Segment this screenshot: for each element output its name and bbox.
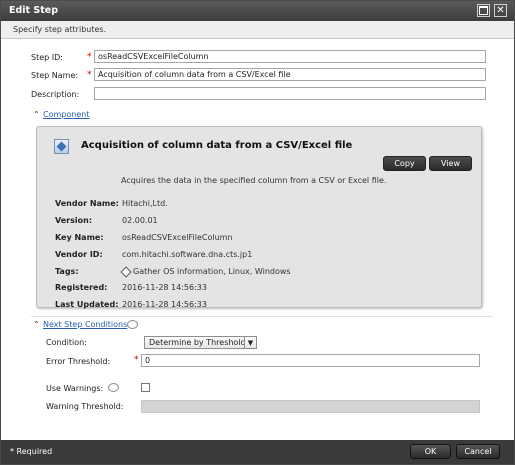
vendor-id-label: Vendor ID: [55,250,103,259]
vendor-name-label: Vendor Name: [55,199,119,208]
key-name-label: Key Name: [55,233,104,242]
last-updated-label: Last Updated: [55,300,119,309]
close-icon[interactable]: ✕ [494,4,507,17]
key-name-value: osReadCSVExcelFileColumn [122,233,233,242]
error-threshold-label: Error Threshold: [46,357,111,366]
next-step-section-toggle[interactable]: Next Step Conditions [43,320,127,329]
subtitle-bar: Specify step attributes. [1,21,514,39]
tags-value: Gather OS information, Linux, Windows [133,267,291,276]
double-chevron-up-icon[interactable]: ⌃ [33,111,41,119]
cancel-button[interactable]: Cancel [456,444,500,459]
copy-button[interactable]: Copy [383,156,426,171]
dialog-title: Edit Step [9,5,59,16]
speech-bubble-info-icon[interactable] [127,320,138,329]
dialog-footer: * Required OK Cancel [1,440,514,464]
speech-bubble-info-icon[interactable] [108,383,119,392]
component-section-toggle[interactable]: Component [43,110,89,119]
vendor-id-value: com.hitachi.software.dna.cts.jp1 [122,250,253,259]
required-mark: * [87,70,92,80]
component-description: Acquires the data in the specified colum… [121,176,387,185]
tags-label: Tags: [55,267,79,276]
tag-icon [120,266,132,278]
title-bar: Edit Step ✕ [1,1,514,21]
ok-button[interactable]: OK [410,444,451,459]
warning-threshold-input [141,400,480,413]
dialog-subtitle: Specify step attributes. [13,25,107,34]
required-mark: * [134,355,139,365]
description-label: Description: [31,90,80,99]
version-label: Version: [55,216,93,225]
required-note: * Required [10,447,53,456]
condition-label: Condition: [46,338,87,347]
dropdown-caret-icon[interactable]: ▼ [244,337,256,348]
view-button[interactable]: View [429,156,472,171]
use-warnings-label: Use Warnings: [46,384,104,393]
maximize-icon[interactable] [477,4,490,17]
required-mark: * [87,52,92,62]
error-threshold-input[interactable]: 0 [141,354,480,367]
condition-value: Determine by Threshold [149,338,246,347]
description-input[interactable] [94,87,486,100]
last-updated-value: 2016-11-28 14:56:33 [122,300,207,309]
double-chevron-up-icon[interactable]: ⌃ [33,321,41,329]
registered-value: 2016-11-28 14:56:33 [122,283,207,292]
version-value: 02.00.01 [122,216,158,225]
component-cube-icon [54,139,69,154]
condition-select[interactable]: Determine by Threshold ▼ [144,336,257,349]
warning-threshold-label: Warning Threshold: [46,402,124,411]
use-warnings-checkbox[interactable] [141,383,150,392]
step-name-input[interactable]: Acquisition of column data from a CSV/Ex… [94,68,486,81]
vendor-name-value: Hitachi,Ltd. [122,199,168,208]
component-title: Acquisition of column data from a CSV/Ex… [81,140,353,151]
step-id-input[interactable]: osReadCSVExcelFileColumn [94,50,486,63]
edit-step-dialog: Edit Step ✕ Specify step attributes. Ste… [0,0,515,465]
step-name-label: Step Name: [31,71,79,80]
registered-label: Registered: [55,283,108,292]
component-panel: Acquisition of column data from a CSV/Ex… [36,126,482,309]
step-id-label: Step ID: [31,53,63,62]
